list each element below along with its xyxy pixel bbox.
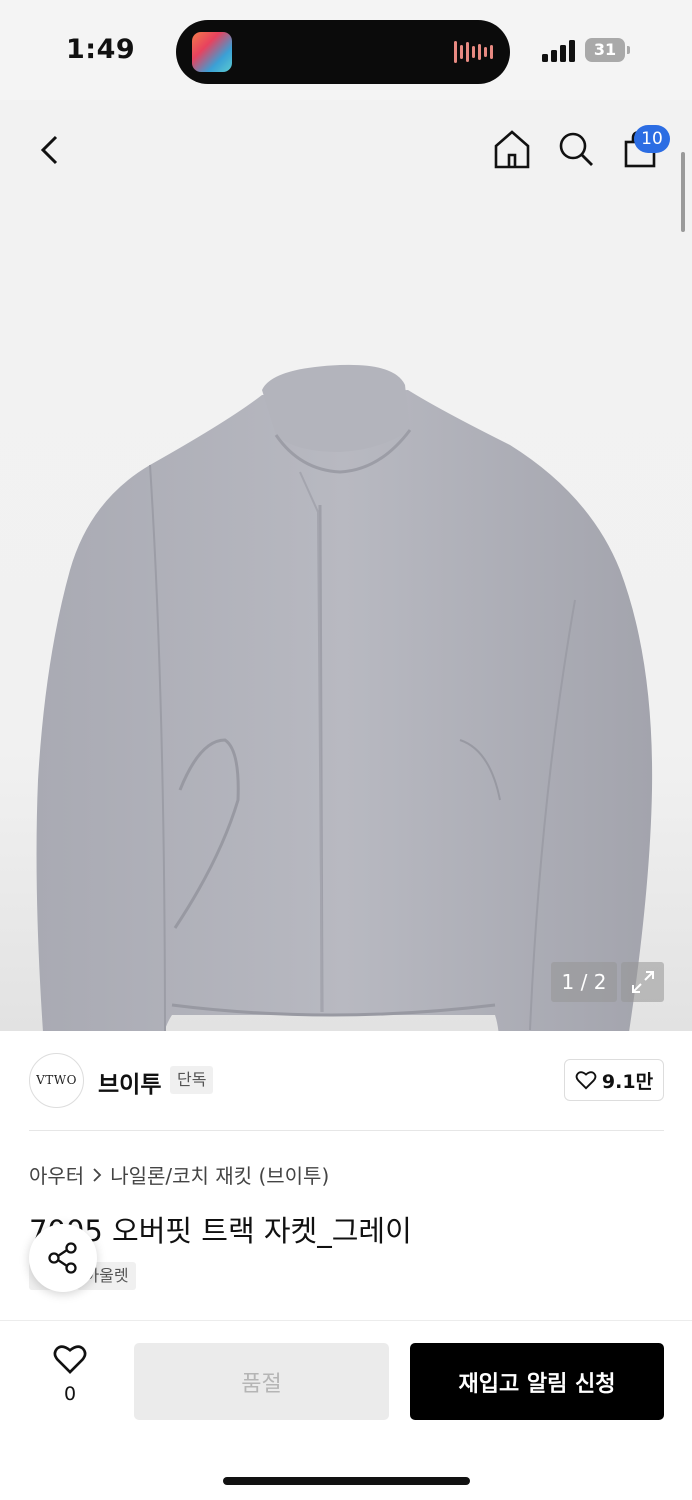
heart-icon xyxy=(575,1071,597,1090)
share-icon xyxy=(48,1242,77,1274)
status-time: 1:49 xyxy=(66,34,136,65)
product-image xyxy=(36,364,653,1031)
breadcrumb: 아우터 나일론/코치 재킷 (브이투) xyxy=(29,1160,329,1189)
product-image-gallery[interactable] xyxy=(0,100,692,1031)
share-button[interactable] xyxy=(29,1224,97,1292)
brand-like-button[interactable]: 9.1만 xyxy=(564,1059,664,1101)
brand-row: VTWO 브이투 단독 9.1만 xyxy=(0,1031,692,1131)
expand-icon xyxy=(631,971,654,993)
sold-out-button[interactable]: 품절 xyxy=(134,1343,389,1420)
chevron-right-icon xyxy=(93,1167,102,1182)
battery-nub xyxy=(627,46,630,54)
divider xyxy=(29,1130,664,1131)
brand-like-count: 9.1만 xyxy=(601,1070,654,1093)
home-indicator[interactable] xyxy=(223,1477,470,1485)
search-icon xyxy=(559,132,593,166)
search-button[interactable] xyxy=(554,126,598,172)
dynamic-island[interactable] xyxy=(176,20,510,84)
battery-icon: 31 xyxy=(585,38,625,62)
back-button[interactable] xyxy=(28,128,72,172)
image-counter: 1 / 2 xyxy=(551,962,617,1002)
breadcrumb-subcategory[interactable]: 나일론/코치 재킷 (브이투) xyxy=(110,1160,329,1189)
exclusive-tag: 단독 xyxy=(170,1066,214,1094)
restock-alert-button[interactable]: 재입고 알림 신청 xyxy=(410,1343,664,1420)
bottom-action-bar: 0 품절 재입고 알림 신청 xyxy=(0,1320,692,1500)
brand-name[interactable]: 브이투 xyxy=(98,1065,161,1099)
music-app-icon xyxy=(192,32,232,72)
chevron-left-icon xyxy=(40,135,58,165)
breadcrumb-category[interactable]: 아우터 xyxy=(29,1160,84,1189)
home-icon xyxy=(494,130,530,169)
cart-count-badge: 10 xyxy=(634,125,670,153)
expand-image-button[interactable] xyxy=(621,962,664,1002)
wish-count: 0 xyxy=(63,1383,77,1405)
scrollbar[interactable] xyxy=(681,152,685,232)
wish-button[interactable]: 0 xyxy=(44,1343,96,1413)
status-bar: 1:49 31 xyxy=(0,0,692,100)
cellular-signal-icon xyxy=(542,40,576,62)
heart-icon xyxy=(53,1345,87,1374)
brand-logo[interactable]: VTWO xyxy=(29,1053,84,1108)
home-button[interactable] xyxy=(490,126,534,172)
audio-waveform-icon xyxy=(454,38,494,66)
